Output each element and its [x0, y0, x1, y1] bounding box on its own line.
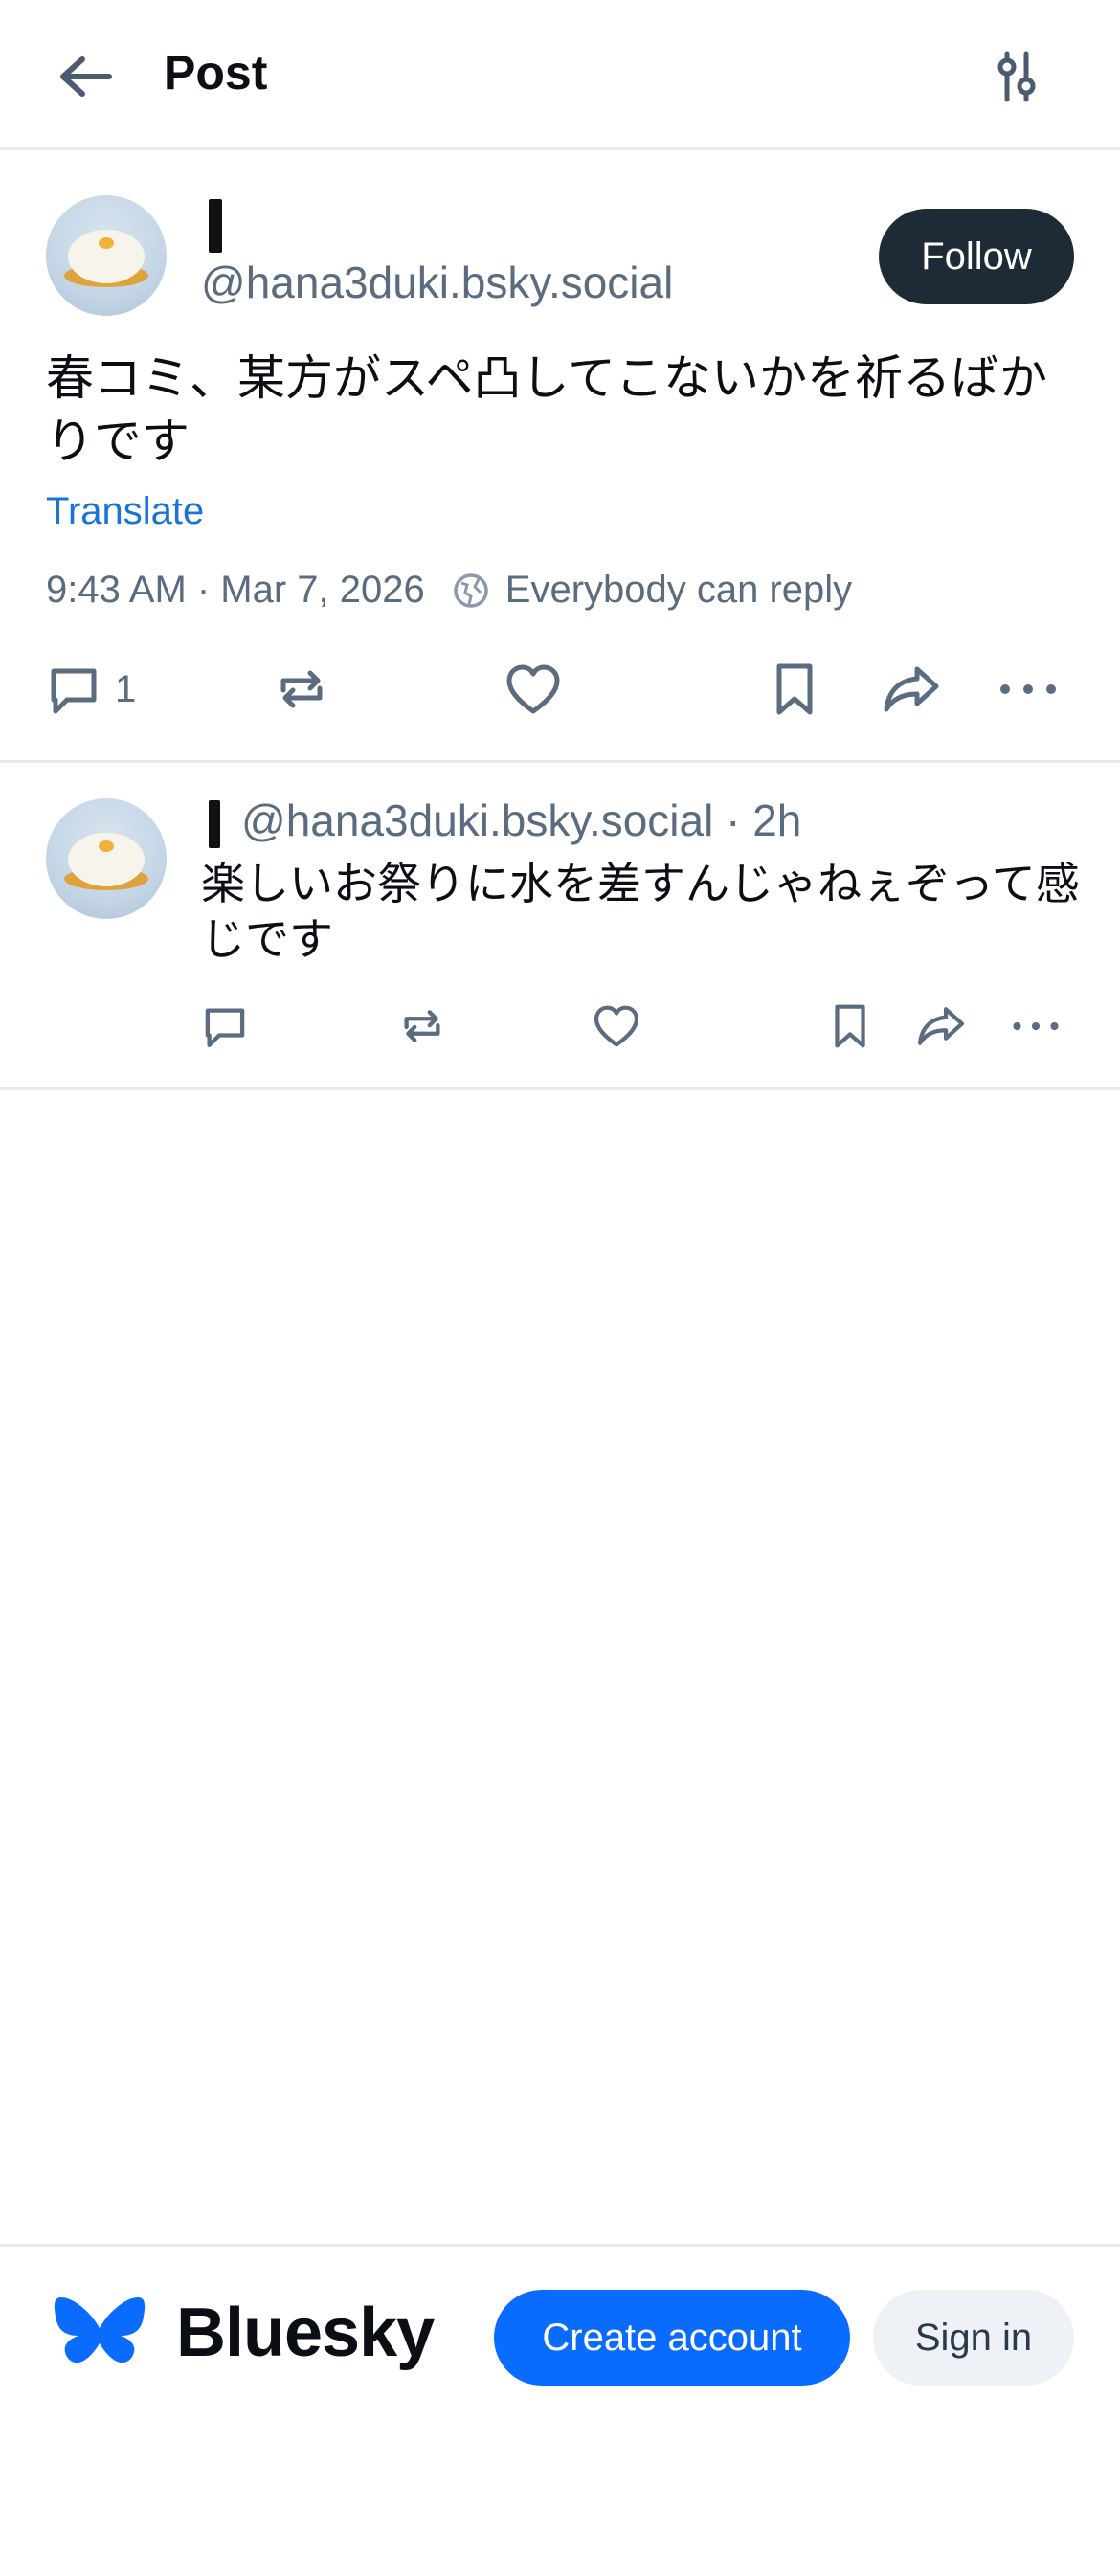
heart-icon — [506, 664, 560, 714]
sliders-icon — [997, 51, 1036, 102]
brand-name: Bluesky — [176, 2295, 435, 2371]
follow-button[interactable]: Follow — [879, 209, 1074, 304]
divider — [0, 1087, 1120, 1090]
more-options-button[interactable] — [997, 651, 1059, 728]
translate-link[interactable]: Translate — [46, 490, 204, 533]
post-timestamp[interactable]: 9:43 AM · Mar 7, 2026 — [46, 569, 425, 612]
avatar[interactable] — [46, 195, 167, 316]
globe-icon — [452, 571, 490, 610]
bookmark-icon — [776, 663, 813, 715]
repost-icon — [404, 1010, 440, 1042]
post-meta: 9:43 AM · Mar 7, 2026 Everybody can repl… — [46, 569, 852, 612]
thread-settings-button[interactable] — [982, 42, 1051, 111]
share-icon — [884, 666, 939, 712]
display-name-badge — [209, 199, 222, 253]
reply-button[interactable]: 1 — [46, 651, 136, 728]
reply-text: 楽しいお祭りに水を差すんじゃねぇぞって感じです — [201, 859, 1080, 964]
heart-icon — [594, 1005, 639, 1047]
reply-share-button[interactable] — [915, 990, 967, 1063]
sign-in-button[interactable]: Sign in — [873, 2290, 1074, 2386]
bluesky-butterfly-icon — [52, 2292, 147, 2378]
share-icon — [917, 1007, 965, 1045]
reply-more-options-button[interactable] — [1011, 990, 1061, 1063]
post-text: 春コミ、某方がスペ凸してこないかを祈るばかりです — [46, 351, 1047, 468]
arrow-left-icon — [60, 56, 112, 97]
more-horizontal-icon — [1000, 684, 1056, 694]
comment-icon — [205, 1008, 245, 1047]
reply-count: 1 — [115, 667, 137, 710]
share-button[interactable] — [881, 651, 942, 728]
comment-icon — [51, 668, 97, 714]
more-horizontal-icon — [1013, 1021, 1059, 1031]
reply-setting-label[interactable]: Everybody can reply — [505, 569, 852, 612]
back-button[interactable] — [50, 42, 119, 111]
reply-like-button[interactable] — [592, 990, 641, 1063]
divider — [0, 760, 1120, 763]
repost-icon — [280, 670, 323, 708]
reply-display-name-badge — [209, 800, 220, 848]
reply-avatar[interactable] — [46, 798, 167, 919]
page-title: Post — [164, 46, 268, 100]
author-handle[interactable]: @hana3duki.bsky.social — [201, 257, 673, 308]
like-button[interactable] — [504, 651, 563, 728]
post-actions: 1 — [46, 651, 1070, 728]
reply-bookmark-button[interactable] — [829, 990, 871, 1063]
reply-reply-button[interactable] — [201, 990, 249, 1063]
reply-author-and-time[interactable]: @hana3duki.bsky.social · 2h — [241, 795, 801, 846]
reply-actions — [201, 990, 1082, 1063]
bookmark-button[interactable] — [770, 651, 819, 728]
create-account-button[interactable]: Create account — [494, 2290, 850, 2386]
repost-button[interactable] — [274, 651, 329, 728]
reply-repost-button[interactable] — [398, 990, 446, 1063]
bookmark-icon — [835, 1004, 865, 1048]
